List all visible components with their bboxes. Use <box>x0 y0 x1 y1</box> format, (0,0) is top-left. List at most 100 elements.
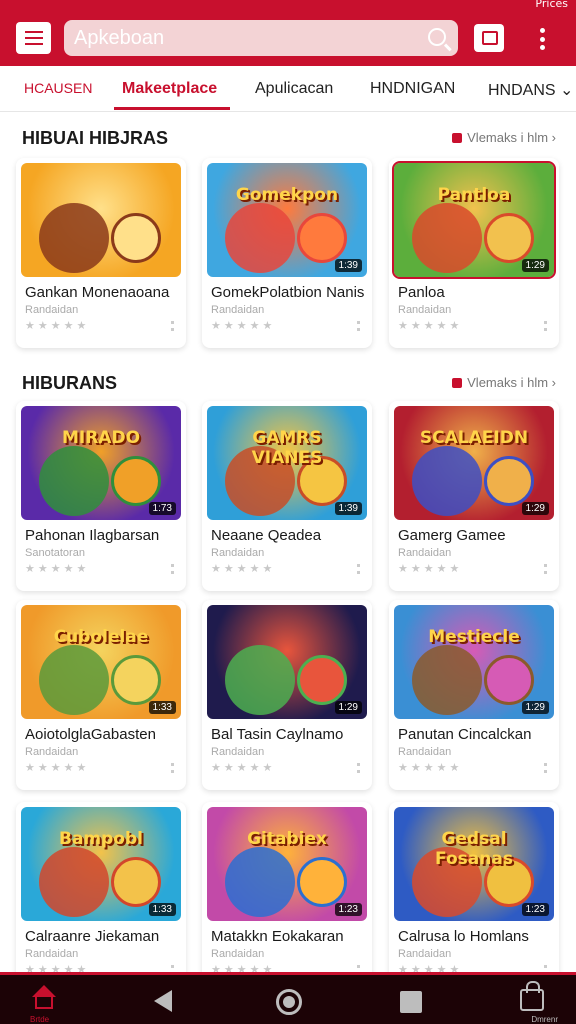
game-subtitle: Sanotatoran <box>25 547 85 559</box>
duration-badge: 1:33 <box>148 903 176 916</box>
card-menu-icon[interactable] <box>357 763 360 773</box>
game-banner-text: SCALAEIDN <box>419 428 529 448</box>
card-menu-icon[interactable] <box>171 564 174 574</box>
game-thumbnail[interactable] <box>21 163 181 277</box>
game-thumbnail[interactable]: Gomekpon 1:39 <box>207 163 367 277</box>
game-thumbnail[interactable]: Cubolelae 1:33 <box>21 605 181 719</box>
game-subtitle: Randaidan <box>25 304 79 316</box>
game-title: Bal Tasin Caylnamo <box>211 726 344 743</box>
game-thumbnail[interactable]: Pantloa 1:29 <box>392 161 556 279</box>
back-icon[interactable] <box>154 990 172 1012</box>
card-menu-icon[interactable] <box>544 763 547 773</box>
game-card[interactable]: Gankan Monenaoana Randaidan ★★★★★ <box>16 158 186 348</box>
game-card[interactable]: Bampobl 1:33 Calraanre Jiekaman Randaidan ★★… <box>16 802 186 992</box>
game-card[interactable]: SCALAEIDN 1:29 Gamerg Gamee Randaidan ★★★★★ <box>389 401 559 591</box>
game-subtitle: Randaidan <box>211 948 265 960</box>
game-card[interactable]: Gitabiex 1:23 Matakkn Eokakaran Randaidan ★★… <box>202 802 372 992</box>
section-title: HIBURANS <box>22 373 118 393</box>
game-thumbnail[interactable]: Mestiecle 1:29 <box>394 605 554 719</box>
tab-hndans[interactable]: HNDANS ⌄ <box>488 80 573 100</box>
game-title: GomekPolatbion Nanis <box>211 284 365 301</box>
message-icon[interactable] <box>474 24 504 52</box>
game-card[interactable]: Pantloa 1:29 Panloa Randaidan ★★★★★ <box>389 158 559 348</box>
game-thumbnail[interactable]: SCALAEIDN 1:29 <box>394 406 554 520</box>
bottom-navigation: Brtde Dmrenr <box>0 972 576 1024</box>
character-art <box>111 213 161 263</box>
game-title: Panloa <box>398 284 445 301</box>
card-menu-icon[interactable] <box>171 321 174 331</box>
rating-stars: ★★★★★ <box>211 319 276 332</box>
card-menu-icon[interactable] <box>544 564 547 574</box>
character-art <box>111 857 161 907</box>
card-menu-icon[interactable] <box>171 763 174 773</box>
duration-badge: 1:29 <box>521 259 549 272</box>
character-art <box>484 213 534 263</box>
card-menu-icon[interactable] <box>357 321 360 331</box>
tab-application[interactable]: Apulicacan <box>255 80 333 98</box>
game-thumbnail[interactable]: MIRADO 1:73 <box>21 406 181 520</box>
character-art <box>412 645 482 715</box>
rating-stars: ★★★★★ <box>25 761 90 774</box>
game-card[interactable]: Mestiecle 1:29 Panutan Cincalckan Randaidan… <box>389 600 559 790</box>
recent-apps-icon[interactable] <box>400 991 422 1013</box>
see-all-link[interactable]: Vlemaks i hlm › <box>452 375 556 390</box>
game-title: Gamerg Gamee <box>398 527 506 544</box>
character-art <box>484 655 534 705</box>
tab-hndnigan[interactable]: HNDNIGAN <box>370 80 455 98</box>
duration-badge: 1:33 <box>148 701 176 714</box>
game-card[interactable]: Cubolelae 1:33 AoiotolglaGabasten Randaidan… <box>16 600 186 790</box>
character-art <box>39 203 109 273</box>
tab-hcausen[interactable]: HCAUSEN <box>24 80 92 96</box>
home-button-icon[interactable] <box>276 989 302 1015</box>
game-subtitle: Randaidan <box>211 304 265 316</box>
flag-icon <box>452 132 463 143</box>
game-thumbnail[interactable]: Bampobl 1:33 <box>21 807 181 921</box>
game-thumbnail[interactable]: Gitabiex 1:23 <box>207 807 367 921</box>
lock-icon[interactable] <box>520 981 544 1011</box>
game-card[interactable]: MIRADO 1:73 Pahonan Ilagbarsan Sanotatoran ★… <box>16 401 186 591</box>
character-art <box>412 446 482 516</box>
game-card[interactable]: Gomekpon 1:39 GomekPolatbion Nanis Randaida… <box>202 158 372 348</box>
home-icon[interactable] <box>30 985 58 1011</box>
see-all-label: Vlemaks i hlm › <box>467 375 556 390</box>
rating-stars: ★★★★★ <box>211 562 276 575</box>
rating-stars: ★★★★★ <box>25 562 90 575</box>
game-title: Gankan Monenaoana <box>25 284 170 301</box>
game-title: Calraanre Jiekaman <box>25 928 160 945</box>
game-title: Pahonan Ilagbarsan <box>25 527 160 544</box>
flag-icon <box>452 377 463 388</box>
game-banner-text: Pantloa <box>437 185 511 205</box>
menu-icon[interactable] <box>16 22 51 54</box>
card-menu-icon[interactable] <box>544 321 547 331</box>
see-all-label: Vlemaks i hlm › <box>467 130 556 145</box>
game-thumbnail[interactable]: Gedsal Fosanas 1:23 <box>394 807 554 921</box>
search-bar[interactable]: Apkeboan <box>64 20 458 56</box>
game-card[interactable]: Gedsal Fosanas 1:23 Calrusa lo Homlans Rand… <box>389 802 559 992</box>
app-bar: Apkeboan <box>0 12 576 66</box>
game-card[interactable]: GAMRS VIANES 1:39 Neaane Qeadea Randaidan ★★… <box>202 401 372 591</box>
game-card[interactable]: 1:29 Bal Tasin Caylnamo Randaidan ★★★★★ <box>202 600 372 790</box>
status-text: Prices <box>535 0 568 10</box>
tab-marketplace[interactable]: Makeetplace <box>122 80 217 98</box>
lock-label: Dmrenr <box>531 1015 558 1024</box>
character-art <box>39 446 109 516</box>
character-art <box>225 203 295 273</box>
category-tabs: HCAUSEN Makeetplace Apulicacan HNDNIGAN … <box>0 66 576 112</box>
rating-stars: ★★★★★ <box>211 761 276 774</box>
game-banner-text: Bampobl <box>59 829 143 849</box>
game-subtitle: Randaidan <box>398 304 452 316</box>
home-label: Brtde <box>30 1015 50 1024</box>
duration-badge: 1:29 <box>521 701 549 714</box>
see-all-link[interactable]: Vlemaks i hlm › <box>452 130 556 145</box>
duration-badge: 1:29 <box>334 701 362 714</box>
status-bar: Prices <box>0 0 576 12</box>
card-menu-icon[interactable] <box>357 564 360 574</box>
search-icon[interactable] <box>428 28 446 46</box>
game-thumbnail[interactable]: GAMRS VIANES 1:39 <box>207 406 367 520</box>
more-options-icon[interactable] <box>528 26 556 52</box>
game-banner-text: MIRADO <box>61 428 141 448</box>
game-banner-text: Gitabiex <box>247 829 327 849</box>
game-thumbnail[interactable]: 1:29 <box>207 605 367 719</box>
rating-stars: ★★★★★ <box>25 319 90 332</box>
duration-badge: 1:23 <box>334 903 362 916</box>
